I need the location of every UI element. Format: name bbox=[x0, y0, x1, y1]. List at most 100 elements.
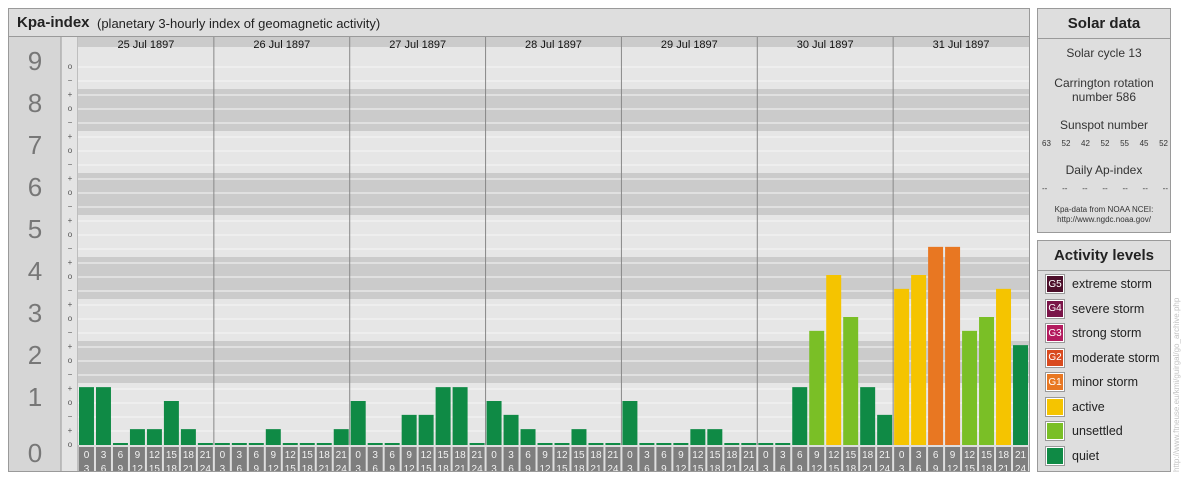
kp-bar bbox=[707, 429, 723, 445]
interval-end-label: 3 bbox=[220, 464, 226, 471]
kp-bar bbox=[112, 443, 128, 445]
interval-end-label: 21 bbox=[183, 464, 195, 471]
legend-item: quiet bbox=[1045, 445, 1099, 466]
y-minor-label: o bbox=[68, 440, 73, 449]
legend-item: G2 moderate storm bbox=[1045, 347, 1160, 368]
interval-end-label: 18 bbox=[302, 464, 314, 471]
kp-bar bbox=[316, 443, 332, 445]
interval-end-label: 15 bbox=[421, 464, 433, 471]
interval-end-label: 18 bbox=[166, 464, 178, 471]
kp-bar bbox=[180, 429, 196, 445]
kp-bar bbox=[367, 443, 383, 445]
interval-end-label: 6 bbox=[780, 464, 786, 471]
kp-bar bbox=[401, 414, 417, 445]
kp-bar bbox=[877, 414, 893, 445]
plot-band bbox=[78, 47, 1029, 89]
y-minor-label: − bbox=[68, 286, 73, 295]
solar-data-panel: Solar data Solar cycle 13 Carrington rot… bbox=[1037, 8, 1171, 233]
interval-start-label: 12 bbox=[692, 450, 704, 461]
kp-bar bbox=[962, 330, 978, 445]
kp-bar bbox=[469, 443, 485, 445]
interval-start-label: 18 bbox=[455, 450, 467, 461]
interval-start-label: 9 bbox=[135, 450, 141, 461]
interval-start-label: 15 bbox=[573, 450, 585, 461]
interval-start-label: 21 bbox=[607, 450, 619, 461]
interval-end-label: 12 bbox=[947, 464, 959, 471]
source-watermark: http://www.ftneuse.eu/kmi/guirgal/go_arc… bbox=[1172, 297, 1181, 472]
interval-end-label: 12 bbox=[268, 464, 280, 471]
y-tick-label: 0 bbox=[28, 438, 42, 468]
kp-bar bbox=[435, 387, 451, 445]
kp-bar bbox=[979, 317, 995, 445]
y-minor-label: + bbox=[68, 300, 73, 309]
interval-end-label: 21 bbox=[726, 464, 738, 471]
kp-bar bbox=[741, 443, 757, 445]
interval-end-label: 3 bbox=[627, 464, 633, 471]
interval-start-label: 3 bbox=[372, 450, 378, 461]
interval-end-label: 15 bbox=[692, 464, 704, 471]
y-tick-label: 6 bbox=[28, 172, 42, 202]
interval-end-label: 15 bbox=[285, 464, 297, 471]
day-label: 29 Jul 1897 bbox=[661, 39, 718, 51]
kp-bar bbox=[265, 429, 281, 445]
y-minor-label: + bbox=[68, 174, 73, 183]
sunspot-value: 52 bbox=[1159, 139, 1168, 148]
interval-end-label: 18 bbox=[438, 464, 450, 471]
interval-end-label: 9 bbox=[254, 464, 260, 471]
y-minor-label: o bbox=[68, 272, 73, 281]
kp-bar bbox=[894, 288, 910, 445]
chart-subtitle: (planetary 3-hourly index of geomagnetic… bbox=[97, 16, 381, 31]
kp-bar bbox=[775, 443, 791, 445]
interval-end-label: 18 bbox=[573, 464, 585, 471]
legend-item: unsettled bbox=[1045, 421, 1123, 441]
sunspot-value: 42 bbox=[1081, 139, 1090, 148]
interval-end-label: 3 bbox=[899, 464, 905, 471]
interval-end-label: 21 bbox=[319, 464, 331, 471]
interval-end-label: 9 bbox=[525, 464, 531, 471]
interval-start-label: 6 bbox=[797, 450, 803, 461]
day-label: 27 Jul 1897 bbox=[389, 39, 446, 51]
interval-start-label: 12 bbox=[828, 450, 840, 461]
kp-bar bbox=[826, 275, 842, 445]
interval-end-label: 3 bbox=[763, 464, 769, 471]
y-tick-label: 9 bbox=[28, 46, 42, 76]
carrington-line1: Carrington rotation bbox=[1054, 76, 1154, 90]
interval-end-label: 6 bbox=[372, 464, 378, 471]
interval-start-label: 0 bbox=[355, 450, 361, 461]
interval-start-label: 3 bbox=[644, 450, 650, 461]
interval-end-label: 24 bbox=[336, 464, 348, 471]
y-minor-label: − bbox=[68, 76, 73, 85]
daily-ap-value: -- bbox=[1122, 184, 1128, 193]
kp-bar bbox=[809, 330, 825, 445]
y-tick-label: 4 bbox=[28, 256, 42, 286]
kp-bar bbox=[146, 429, 162, 445]
activity-levels-title: Activity levels bbox=[1038, 241, 1170, 271]
legend-label: strong storm bbox=[1072, 326, 1142, 340]
interval-end-label: 12 bbox=[539, 464, 551, 471]
interval-end-label: 6 bbox=[644, 464, 650, 471]
interval-end-label: 9 bbox=[389, 464, 395, 471]
y-tick-label: 3 bbox=[28, 298, 42, 328]
kp-bar bbox=[571, 429, 587, 445]
interval-end-label: 21 bbox=[455, 464, 467, 471]
interval-start-label: 9 bbox=[406, 450, 412, 461]
interval-end-label: 24 bbox=[743, 464, 755, 471]
y-tick-label: 7 bbox=[28, 130, 42, 160]
y-minor-label: + bbox=[68, 384, 73, 393]
interval-start-label: 15 bbox=[981, 450, 993, 461]
interval-start-label: 18 bbox=[183, 450, 195, 461]
interval-start-label: 3 bbox=[916, 450, 922, 461]
y-minor-label: o bbox=[68, 188, 73, 197]
solar-cycle: Solar cycle 13 bbox=[1066, 46, 1142, 60]
interval-start-label: 21 bbox=[743, 450, 755, 461]
kp-bar bbox=[282, 443, 298, 445]
interval-end-label: 12 bbox=[811, 464, 823, 471]
y-minor-label: − bbox=[68, 412, 73, 421]
kp-bar bbox=[860, 387, 876, 445]
kp-bar bbox=[537, 443, 553, 445]
y-minor-label: − bbox=[68, 202, 73, 211]
daily-ap-value: -- bbox=[1042, 184, 1048, 193]
y-minor-label: − bbox=[68, 328, 73, 337]
legend-swatch: G2 bbox=[1045, 347, 1065, 368]
carrington-line2: number 586 bbox=[1071, 90, 1137, 104]
